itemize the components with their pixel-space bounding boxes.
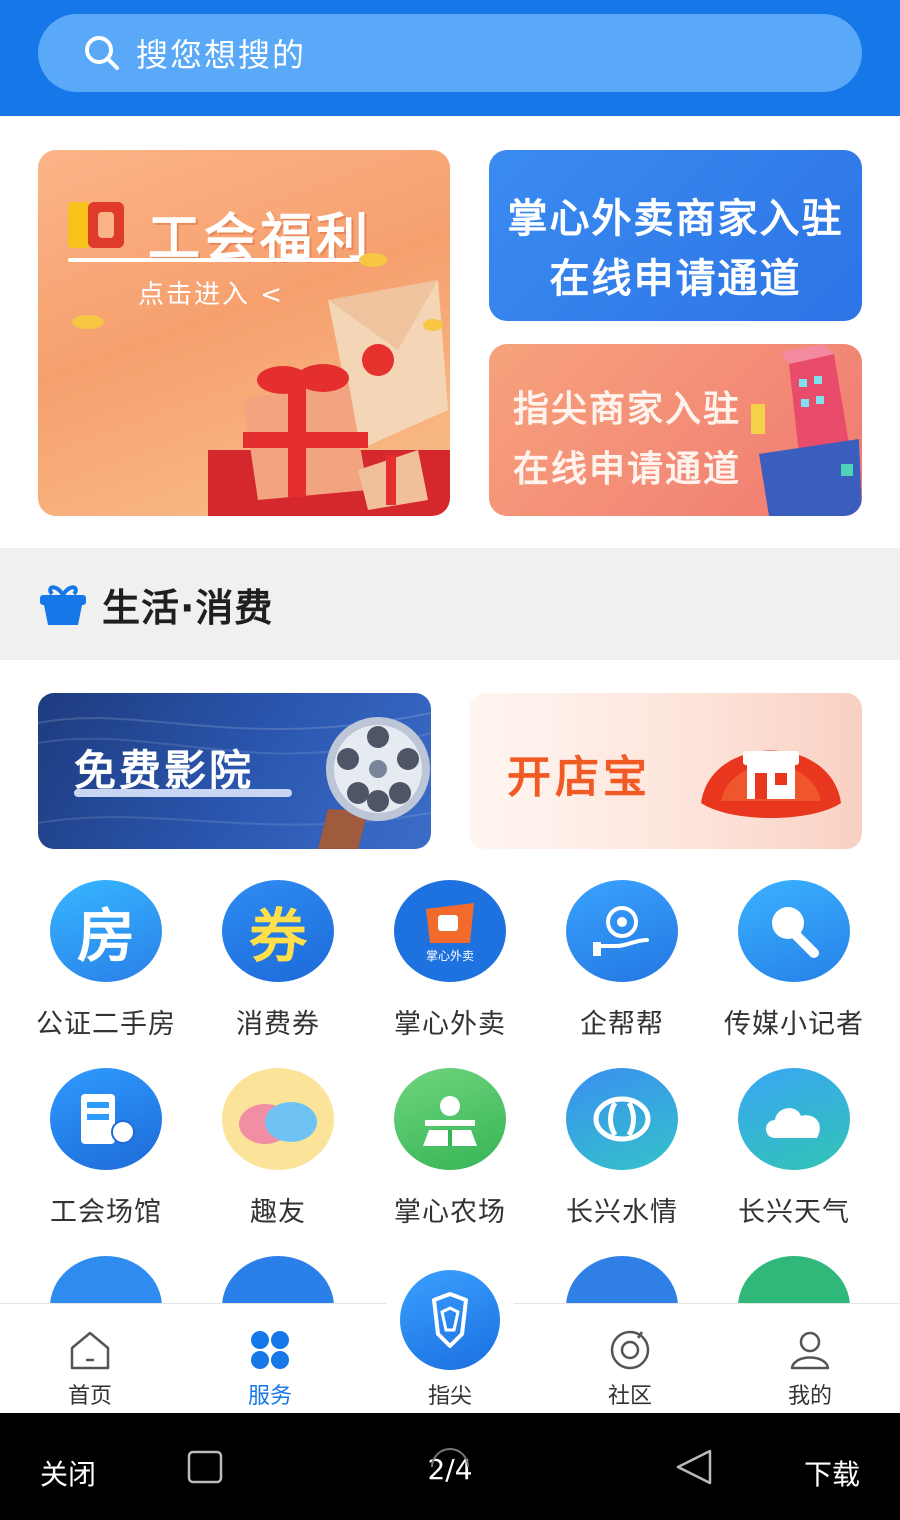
takeaway-merchant-line1: 掌心外卖商家入驻 — [507, 196, 844, 242]
mic-glyph-icon — [772, 907, 819, 958]
grid-item-quyou[interactable]: 趣友 — [192, 1068, 364, 1238]
top-header: 搜您想搜的 — [0, 0, 900, 116]
gear-hand-icon — [593, 906, 649, 956]
nav-home-label: 首页 — [67, 1384, 112, 1409]
community-icon — [610, 1330, 650, 1370]
category-header: 生活·消费 — [0, 548, 900, 660]
storefront-icon — [701, 750, 841, 818]
fingertip-glyph-icon — [432, 1292, 468, 1348]
free-cinema-underline — [74, 789, 292, 797]
robot-icon — [738, 1256, 850, 1303]
four-dots-icon — [251, 1331, 289, 1369]
grid-item-media-reporter[interactable]: 传媒小记者 — [708, 880, 880, 1050]
takeaway-glyph: 掌心外卖 — [425, 948, 474, 963]
film-reel-icon — [318, 717, 430, 849]
takeaway-merchant-banner[interactable]: 掌心外卖商家入驻 在线申请通道 — [489, 150, 862, 321]
fingertip-merchant-banner[interactable]: 指尖商家入驻 在线申请通道 — [489, 344, 862, 516]
grid-item-label: 趣友 — [250, 1197, 306, 1228]
nav-home[interactable]: 首页 — [0, 1304, 180, 1414]
nav-services[interactable]: 服务 — [180, 1304, 360, 1414]
grid-item-label: 消费券 — [236, 1009, 320, 1040]
microphone-icon — [738, 880, 850, 982]
grid-item-label: 长兴水情 — [566, 1197, 678, 1228]
grid-item-union-venue[interactable]: 工会场馆 — [20, 1068, 192, 1238]
user-icon — [790, 1331, 830, 1370]
grid-item-label: 掌心农场 — [394, 1197, 506, 1228]
grid-item-palm-farm[interactable]: 掌心农场 — [364, 1068, 536, 1238]
grid-item-enterprise-help[interactable]: 企帮帮 — [536, 880, 708, 1050]
plus-icon — [50, 1256, 162, 1303]
grid-item-palm-takeaway[interactable]: 掌心外卖 掌心外卖 — [364, 880, 536, 1050]
grid-item-partial-2[interactable] — [192, 1256, 364, 1303]
square-icon[interactable] — [187, 1450, 223, 1484]
grid-item-weather[interactable]: 长兴天气 — [708, 1068, 880, 1238]
takeaway-bag-icon — [426, 902, 474, 943]
grid-item-notary-house[interactable]: 房 公证二手房 — [20, 880, 192, 1050]
nav-services-label: 服务 — [247, 1384, 292, 1409]
bubbles-glyph-icon — [239, 1102, 317, 1144]
nav-mine-label: 我的 — [787, 1384, 832, 1409]
search-bar[interactable]: 搜您想搜的 — [38, 14, 862, 92]
grid-item-label: 工会场馆 — [50, 1197, 162, 1228]
nav-mine[interactable]: 我的 — [720, 1304, 900, 1414]
building-calendar-icon — [81, 1094, 135, 1144]
grid-item-partial-5[interactable] — [708, 1256, 880, 1303]
union-welfare-banner[interactable]: 工会福利 点击进入 < — [38, 150, 450, 516]
service-row-1: 房 公证二手房 券 消费券 掌心外卖 掌心外卖 企帮帮 传媒小记者 — [20, 880, 880, 1050]
house-glyph: 房 — [76, 902, 135, 970]
grid-item-label: 长兴天气 — [738, 1197, 850, 1228]
water-glyph-icon — [593, 1096, 651, 1142]
search-placeholder: 搜您想搜的 — [136, 36, 307, 74]
banner-section: 工会福利 点击进入 < 掌心外卖商家入驻 在线申请通道 指尖商家入驻 在线申请通… — [0, 116, 900, 548]
nav-community[interactable]: 社区 — [540, 1304, 720, 1414]
page-ring-icon — [431, 1448, 469, 1468]
grid-item-partial-4[interactable] — [536, 1256, 708, 1303]
light-icon — [566, 1256, 678, 1303]
category-title: 生活·消费 — [102, 585, 274, 630]
search-icon — [85, 36, 119, 70]
shop-treasure-label: 开店宝 — [507, 752, 651, 803]
fingertip-logo-icon — [400, 1270, 500, 1370]
back-triangle-icon[interactable] — [674, 1447, 714, 1487]
coupon-icon: 券 — [222, 880, 334, 982]
house-icon: 房 — [50, 880, 162, 982]
home-icon — [70, 1331, 110, 1370]
water-icon — [566, 1068, 678, 1170]
grid-item-label: 企帮帮 — [580, 1009, 664, 1040]
enterprise-help-icon — [566, 880, 678, 982]
gift-icon — [40, 585, 86, 625]
farm-icon — [394, 1068, 506, 1170]
sun-field-icon — [423, 1096, 477, 1146]
service-row-2: 工会场馆 趣友 掌心农场 长兴水情 长兴天气 — [20, 1068, 880, 1238]
cloud-icon — [766, 1108, 820, 1138]
grid-item-coupon[interactable]: 券 消费券 — [192, 880, 364, 1050]
swirl-icon — [222, 1256, 334, 1303]
nav-community-label: 社区 — [607, 1384, 652, 1409]
download-button[interactable]: 下载 — [804, 1453, 860, 1493]
city-illustration — [751, 344, 862, 516]
takeaway-merchant-line2: 在线申请通道 — [549, 256, 802, 302]
grid-item-label: 公证二手房 — [36, 1009, 176, 1040]
grid-item-label: 传媒小记者 — [724, 1009, 864, 1040]
venue-icon — [50, 1068, 162, 1170]
coupon-glyph: 券 — [248, 902, 307, 970]
chat-bubbles-icon — [222, 1068, 334, 1170]
weather-icon — [738, 1068, 850, 1170]
grid-item-label: 掌心外卖 — [394, 1009, 506, 1040]
grid-item-partial-1[interactable] — [20, 1256, 192, 1303]
close-button[interactable]: 关闭 — [40, 1453, 96, 1493]
free-cinema-tile[interactable]: 免费影院 — [38, 693, 431, 849]
gift-box-illustration — [72, 253, 450, 516]
takeaway-icon: 掌心外卖 — [394, 880, 506, 982]
fingertip-center-button[interactable] — [384, 1254, 516, 1386]
shop-treasure-tile[interactable]: 开店宝 — [469, 693, 862, 849]
grid-item-water-info[interactable]: 长兴水情 — [536, 1068, 708, 1238]
